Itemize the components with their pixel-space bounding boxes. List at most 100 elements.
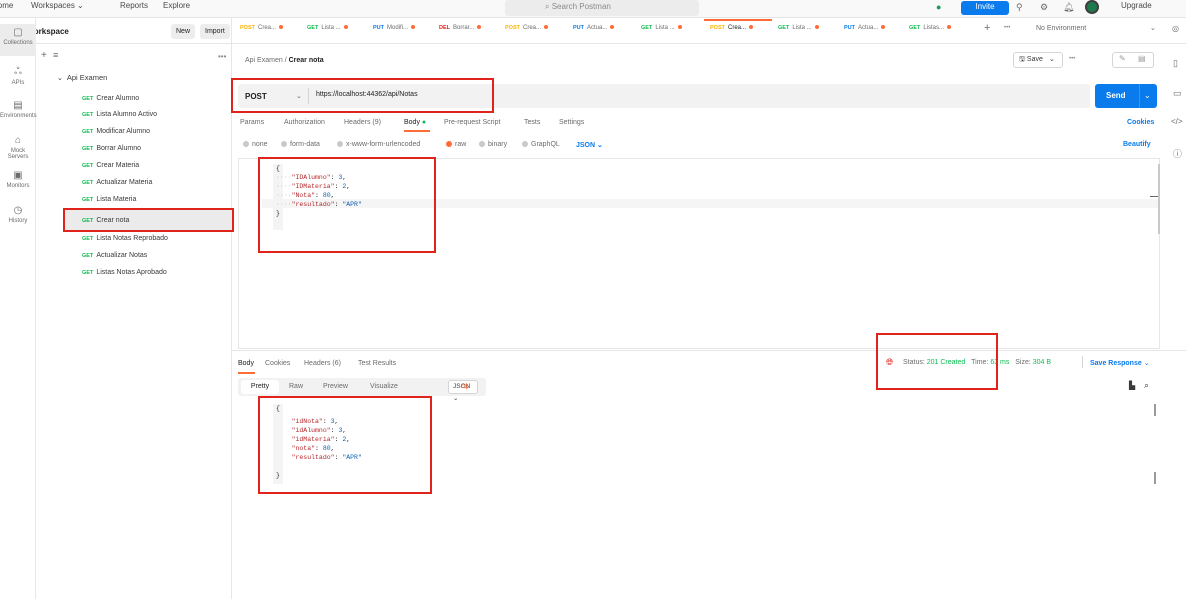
view-preview[interactable]: Preview bbox=[323, 383, 348, 390]
rail-mock-servers[interactable]: ⌂ Mock Servers bbox=[0, 135, 36, 160]
upgrade-button[interactable]: Upgrade bbox=[1121, 1, 1152, 10]
tree-item[interactable]: GET Actualizar Materia bbox=[82, 175, 152, 191]
response-scrollbar-bottom[interactable] bbox=[1154, 472, 1156, 484]
environment-select[interactable]: No Environment bbox=[1036, 25, 1086, 32]
environment-quicklook-icon[interactable]: ◎ bbox=[1172, 24, 1179, 33]
request-tab[interactable]: DEL Borrar... bbox=[439, 25, 482, 31]
rail-collections[interactable]: ▢ Collections bbox=[0, 24, 36, 56]
tree-item[interactable]: GET Lista Alumno Activo bbox=[82, 107, 157, 123]
rail-environments[interactable]: ▤ Environments bbox=[0, 100, 37, 119]
import-button[interactable]: Import bbox=[200, 24, 230, 39]
rail-apis[interactable]: ஃ APIs bbox=[0, 66, 36, 86]
request-tab[interactable]: POST Crea... bbox=[505, 25, 548, 31]
nav-home[interactable]: Home bbox=[0, 1, 13, 10]
response-size[interactable]: 304 B bbox=[1033, 359, 1051, 366]
request-tab[interactable]: GET Lista ... bbox=[778, 25, 819, 31]
comment-icon[interactable]: ▤ bbox=[1138, 54, 1146, 63]
request-tab[interactable]: GET Listas... bbox=[909, 25, 951, 31]
search-icon[interactable]: ⌕ bbox=[1144, 380, 1149, 391]
search-input[interactable]: ⌕ Search Postman bbox=[505, 0, 699, 16]
workspaces-chevron-icon[interactable]: ⌄ bbox=[77, 1, 84, 10]
tree-item[interactable]: GET Lista Materia bbox=[82, 192, 136, 208]
avatar[interactable] bbox=[1085, 0, 1099, 14]
body-option-graphql[interactable]: GraphQL bbox=[522, 141, 560, 148]
copy-icon[interactable]: ▙ bbox=[1129, 381, 1135, 390]
comments-icon[interactable]: ▭ bbox=[1173, 88, 1182, 99]
tree-item[interactable]: GET Listas Notas Aprobado bbox=[82, 265, 167, 281]
tab-authorization[interactable]: Authorization bbox=[284, 119, 325, 126]
request-tab[interactable]: POST Crea... bbox=[240, 25, 283, 31]
breadcrumb-current[interactable]: Crear nota bbox=[289, 57, 324, 64]
sync-icon[interactable]: ● bbox=[936, 2, 941, 12]
send-button[interactable]: Send ⌄ bbox=[1095, 84, 1157, 108]
edit-icon[interactable]: ✎ bbox=[1119, 54, 1126, 63]
chevron-down-icon: ⌄ bbox=[1143, 360, 1150, 367]
new-button[interactable]: New bbox=[171, 24, 196, 39]
satellite-icon[interactable]: ⚲ bbox=[1016, 2, 1023, 13]
apis-icon: ஃ bbox=[14, 66, 22, 77]
body-format-select[interactable]: JSON ⌄ bbox=[576, 141, 603, 149]
resp-tab-cookies[interactable]: Cookies bbox=[265, 360, 290, 367]
info-icon[interactable]: ⓘ bbox=[1173, 147, 1182, 160]
tab-params[interactable]: Params bbox=[240, 119, 264, 126]
notifications-icon[interactable]: 🔔︎ bbox=[1063, 2, 1074, 13]
breadcrumb-parent[interactable]: Api Examen bbox=[245, 57, 283, 64]
body-option-form-data[interactable]: form-data bbox=[281, 141, 320, 148]
tree-item[interactable]: GET Borrar Alumno bbox=[82, 141, 141, 157]
filter-icon[interactable]: ≡ bbox=[53, 50, 58, 60]
more-icon[interactable]: ••• bbox=[218, 52, 226, 61]
unsaved-dot-icon bbox=[279, 25, 283, 30]
tab-headers[interactable]: Headers (9) bbox=[344, 119, 381, 126]
body-option-urlencoded[interactable]: x-www-form-urlencoded bbox=[337, 141, 420, 148]
editor-scrollbar[interactable] bbox=[1158, 164, 1160, 234]
request-tab[interactable]: GET Lista ... bbox=[641, 25, 682, 31]
add-collection-icon[interactable]: + bbox=[41, 50, 47, 61]
body-option-binary[interactable]: binary bbox=[479, 141, 507, 148]
nav-workspaces[interactable]: Workspaces bbox=[31, 1, 75, 10]
save-button[interactable]: 🖫︎ Save ⌄ bbox=[1013, 52, 1063, 68]
response-scrollbar[interactable] bbox=[1154, 404, 1156, 416]
tabs-more-icon[interactable]: ••• bbox=[1004, 25, 1010, 31]
tree-item[interactable]: GET Actualizar Notas bbox=[82, 248, 147, 264]
cookies-link[interactable]: Cookies bbox=[1127, 119, 1154, 126]
request-tab[interactable]: PUT Actua... bbox=[573, 25, 615, 31]
tree-item[interactable]: GET Crear Alumno bbox=[82, 91, 139, 107]
active-tab-indicator bbox=[704, 19, 772, 21]
documentation-icon[interactable]: ▯ bbox=[1173, 58, 1178, 69]
request-tab-active[interactable]: POST Crea... bbox=[710, 25, 753, 31]
tab-settings[interactable]: Settings bbox=[559, 119, 584, 126]
unsaved-dot-icon bbox=[677, 25, 682, 30]
new-tab-plus-icon[interactable]: + bbox=[984, 22, 990, 34]
body-option-raw[interactable]: raw bbox=[446, 141, 466, 148]
chevron-down-icon: ⌄ bbox=[597, 142, 603, 149]
tab-body[interactable]: Body ● bbox=[404, 119, 426, 126]
resp-tab-headers[interactable]: Headers (6) bbox=[304, 360, 341, 367]
view-raw[interactable]: Raw bbox=[289, 383, 303, 390]
tree-item[interactable]: GET Lista Notas Reprobado bbox=[82, 231, 168, 247]
view-pretty[interactable]: Pretty bbox=[241, 380, 279, 394]
rail-monitors[interactable]: ▣ Monitors bbox=[0, 170, 36, 189]
request-more-icon[interactable]: ••• bbox=[1069, 56, 1075, 62]
environment-chevron-icon[interactable]: ⌄ bbox=[1150, 24, 1156, 32]
request-tab[interactable]: PUT Modifi... bbox=[373, 25, 416, 31]
nav-reports[interactable]: Reports bbox=[120, 1, 148, 10]
tab-tests[interactable]: Tests bbox=[524, 119, 540, 126]
resp-tab-body[interactable]: Body bbox=[238, 360, 254, 367]
save-response-button[interactable]: Save Response ⌄ bbox=[1090, 359, 1150, 367]
request-tab[interactable]: GET Lista ... bbox=[307, 25, 348, 31]
collection-api-examen[interactable]: ⌄ Api Examen bbox=[57, 73, 107, 82]
tree-item[interactable]: GET Crear Materia bbox=[82, 158, 139, 174]
body-option-none[interactable]: none bbox=[243, 141, 268, 148]
rail-history[interactable]: ◷ History bbox=[0, 205, 36, 224]
beautify-link[interactable]: Beautify bbox=[1123, 141, 1151, 148]
tab-pre-request-script[interactable]: Pre-request Script bbox=[444, 119, 500, 126]
wrap-lines-icon[interactable]: ⇉ bbox=[461, 381, 469, 392]
invite-button[interactable]: Invite bbox=[961, 1, 1009, 15]
resp-tab-test-results[interactable]: Test Results bbox=[358, 360, 396, 367]
view-visualize[interactable]: Visualize bbox=[370, 383, 398, 390]
code-icon[interactable]: </> bbox=[1171, 117, 1183, 126]
settings-icon[interactable]: ⚙ bbox=[1040, 2, 1048, 13]
request-tab[interactable]: PUT Actua... bbox=[844, 25, 886, 31]
nav-explore[interactable]: Explore bbox=[163, 1, 190, 10]
tree-item[interactable]: GET Modificar Alumno bbox=[82, 124, 150, 140]
